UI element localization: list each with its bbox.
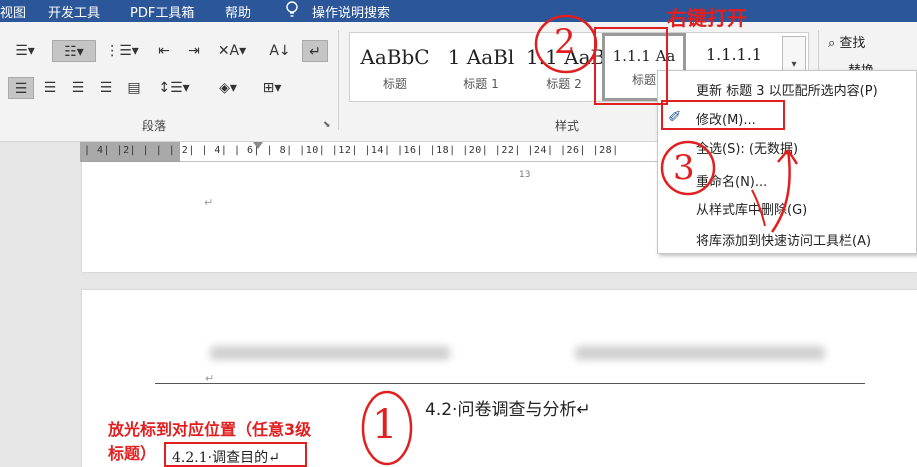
scribble-stroke [751,189,766,227]
step-3-circle [660,140,716,196]
arrow-to-modify [770,149,799,233]
step-1-circle [361,390,413,466]
annotation-strokes [361,14,799,466]
step-2-circle [534,14,598,74]
